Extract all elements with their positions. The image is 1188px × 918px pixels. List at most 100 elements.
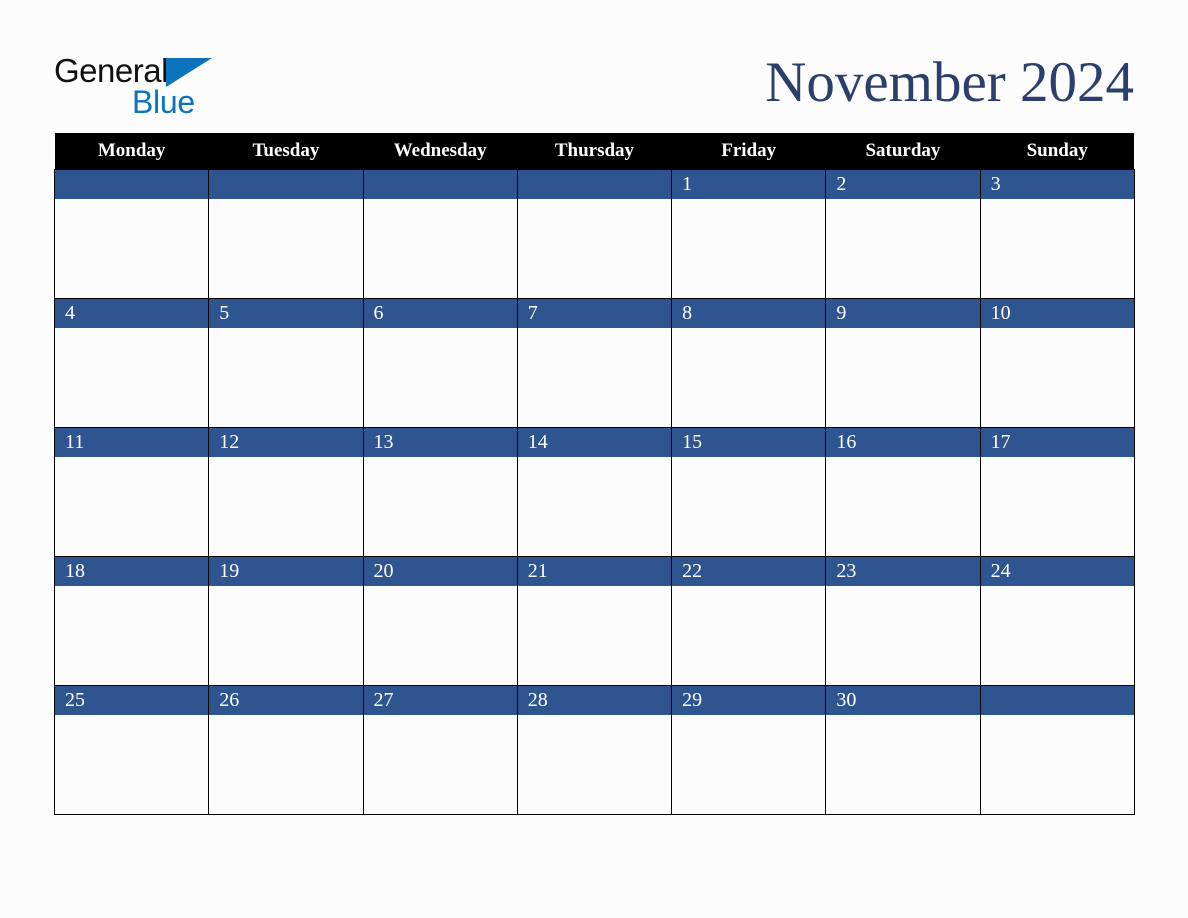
day-notes-area[interactable] [980, 715, 1134, 814]
day-number: 8 [672, 299, 826, 328]
calendar-day-cell[interactable] [516, 169, 673, 299]
day-notes-area[interactable] [672, 328, 826, 427]
calendar-day-cell[interactable]: 14 [516, 427, 673, 557]
day-number: 1 [672, 170, 826, 199]
day-notes-area[interactable] [672, 586, 826, 685]
weekday-header-row: Monday Tuesday Wednesday Thursday Friday… [54, 133, 1135, 170]
calendar-day-cell[interactable]: 18 [53, 556, 210, 686]
day-notes-area[interactable] [517, 199, 672, 298]
day-notes-area[interactable] [826, 328, 980, 427]
day-notes-area[interactable] [672, 457, 826, 556]
day-notes-area[interactable] [826, 586, 980, 685]
calendar-day-cell[interactable]: 4 [53, 298, 210, 428]
day-number: 15 [672, 428, 826, 457]
day-number: 16 [826, 428, 980, 457]
day-notes-area[interactable] [517, 328, 672, 427]
calendar-day-cell[interactable] [53, 169, 210, 299]
day-notes-area[interactable] [517, 586, 672, 685]
day-notes-area[interactable] [55, 715, 209, 814]
calendar-day-cell[interactable]: 23 [825, 556, 981, 686]
day-notes-area[interactable] [672, 199, 826, 298]
calendar-day-cell[interactable]: 8 [671, 298, 827, 428]
day-number: 23 [826, 557, 980, 586]
calendar-day-cell[interactable]: 2 [825, 169, 981, 299]
calendar-day-cell[interactable]: 12 [208, 427, 364, 557]
day-notes-area[interactable] [55, 328, 209, 427]
day-notes-area[interactable] [826, 457, 980, 556]
day-number [517, 170, 672, 199]
day-number: 13 [363, 428, 517, 457]
calendar-day-cell[interactable]: 17 [979, 427, 1135, 557]
weekday-header-sunday: Sunday [980, 133, 1135, 170]
calendar-day-cell[interactable]: 22 [671, 556, 827, 686]
day-notes-area[interactable] [55, 199, 209, 298]
day-notes-area[interactable] [980, 199, 1134, 298]
calendar-day-cell[interactable]: 30 [825, 685, 981, 815]
calendar-day-cell[interactable]: 27 [362, 685, 518, 815]
calendar-day-cell[interactable] [208, 169, 364, 299]
calendar-day-cell[interactable]: 1 [671, 169, 827, 299]
calendar-day-cell[interactable]: 25 [53, 685, 210, 815]
day-notes-area[interactable] [363, 199, 517, 298]
day-number: 7 [517, 299, 672, 328]
calendar-day-cell[interactable]: 11 [53, 427, 210, 557]
page-header: General Blue November 2024 [54, 44, 1134, 122]
day-number: 26 [209, 686, 363, 715]
calendar-day-cell[interactable]: 16 [825, 427, 981, 557]
day-notes-area[interactable] [363, 328, 517, 427]
day-number: 18 [55, 557, 209, 586]
calendar-day-cell[interactable]: 20 [362, 556, 518, 686]
calendar-day-cell[interactable]: 9 [825, 298, 981, 428]
day-notes-area[interactable] [980, 328, 1134, 427]
day-notes-area[interactable] [826, 715, 980, 814]
day-notes-area[interactable] [517, 457, 672, 556]
day-number [209, 170, 363, 199]
day-notes-area[interactable] [980, 457, 1134, 556]
weekday-header-tuesday: Tuesday [208, 133, 364, 170]
day-number: 10 [980, 299, 1134, 328]
day-notes-area[interactable] [363, 586, 517, 685]
day-notes-area[interactable] [55, 457, 209, 556]
calendar-day-cell[interactable]: 5 [208, 298, 364, 428]
logo-text-blue: Blue [132, 84, 195, 120]
calendar-day-cell[interactable]: 10 [979, 298, 1135, 428]
day-number: 20 [363, 557, 517, 586]
calendar-day-cell[interactable]: 29 [671, 685, 827, 815]
calendar-week-row: 25 26 27 28 29 30 [53, 685, 1135, 815]
day-notes-area[interactable] [363, 715, 517, 814]
day-number [363, 170, 517, 199]
calendar-day-cell[interactable]: 7 [516, 298, 673, 428]
day-number: 28 [517, 686, 672, 715]
day-notes-area[interactable] [826, 199, 980, 298]
calendar-day-cell[interactable] [979, 685, 1135, 815]
calendar-week-row: 18 19 20 21 22 23 24 [53, 556, 1135, 686]
calendar-page: General Blue November 2024 Monday Tuesda… [0, 0, 1188, 918]
calendar-day-cell[interactable]: 6 [362, 298, 518, 428]
day-notes-area[interactable] [209, 586, 363, 685]
day-notes-area[interactable] [980, 586, 1134, 685]
day-number: 11 [55, 428, 209, 457]
day-number: 9 [826, 299, 980, 328]
calendar-day-cell[interactable] [362, 169, 518, 299]
calendar-day-cell[interactable]: 19 [208, 556, 364, 686]
calendar-day-cell[interactable]: 26 [208, 685, 364, 815]
day-notes-area[interactable] [672, 715, 826, 814]
calendar-day-cell[interactable]: 15 [671, 427, 827, 557]
day-number: 17 [980, 428, 1134, 457]
day-notes-area[interactable] [209, 328, 363, 427]
day-notes-area[interactable] [363, 457, 517, 556]
day-number [55, 170, 209, 199]
calendar-day-cell[interactable]: 24 [979, 556, 1135, 686]
calendar-day-cell[interactable]: 21 [516, 556, 673, 686]
day-notes-area[interactable] [209, 715, 363, 814]
calendar-day-cell[interactable]: 13 [362, 427, 518, 557]
day-number: 5 [209, 299, 363, 328]
day-notes-area[interactable] [209, 199, 363, 298]
calendar-day-cell[interactable]: 3 [979, 169, 1135, 299]
day-notes-area[interactable] [55, 586, 209, 685]
weekday-header-friday: Friday [671, 133, 826, 170]
calendar-day-cell[interactable]: 28 [516, 685, 673, 815]
day-notes-area[interactable] [209, 457, 363, 556]
day-notes-area[interactable] [517, 715, 672, 814]
day-number [980, 686, 1134, 715]
